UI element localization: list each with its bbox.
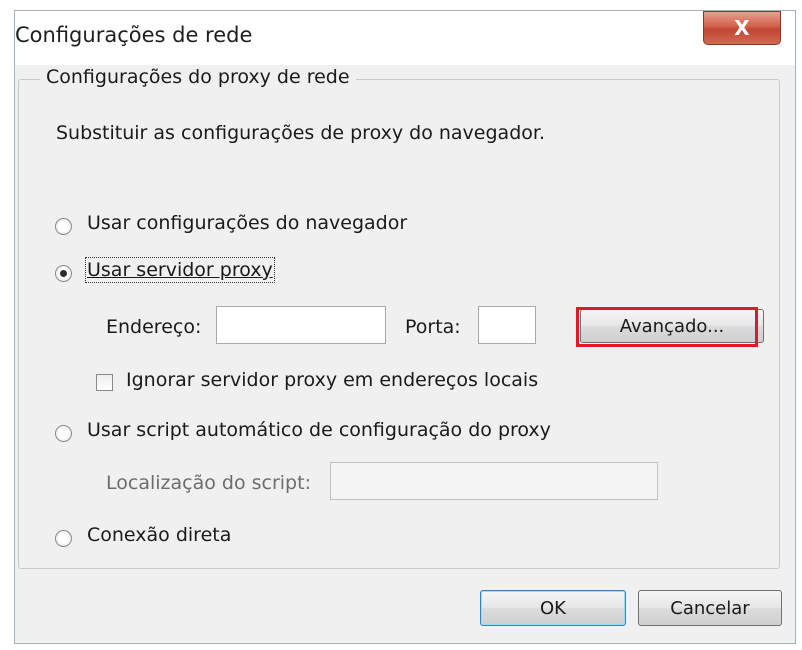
- address-input[interactable]: [217, 307, 385, 343]
- address-field[interactable]: [216, 306, 386, 344]
- radio-use-browser-settings[interactable]: [55, 218, 72, 235]
- ok-button-label: OK: [540, 597, 566, 619]
- highlight-annotation-box: [576, 307, 758, 347]
- screenshot-frame: Configurações de rede X Configurações do…: [0, 0, 802, 650]
- ok-button[interactable]: OK: [480, 590, 626, 626]
- group-description: Substituir as configurações de proxy do …: [56, 122, 545, 144]
- radio-direct-connection-label[interactable]: Conexão direta: [87, 524, 231, 546]
- close-icon: X: [734, 16, 750, 40]
- script-location-input[interactable]: [331, 463, 657, 499]
- script-location-field[interactable]: [330, 462, 658, 500]
- bypass-local-checkbox[interactable]: [96, 374, 113, 391]
- radio-auto-config-script[interactable]: [55, 425, 72, 442]
- radio-use-proxy-server-label[interactable]: Usar servidor proxy: [85, 257, 275, 283]
- radio-direct-connection[interactable]: [55, 530, 72, 547]
- radio-auto-config-script-label[interactable]: Usar script automático de configuração d…: [87, 419, 551, 441]
- cancel-button[interactable]: Cancelar: [638, 590, 782, 626]
- group-legend: Configurações do proxy de rede: [40, 66, 356, 88]
- port-input[interactable]: [479, 307, 535, 343]
- title-bar: Configurações de rede X: [15, 11, 795, 65]
- address-label: Endereço:: [106, 316, 202, 338]
- script-location-label: Localização do script:: [106, 472, 311, 494]
- close-button[interactable]: X: [703, 11, 781, 45]
- cancel-button-label: Cancelar: [670, 597, 750, 619]
- port-field[interactable]: [478, 306, 536, 344]
- bypass-local-label[interactable]: Ignorar servidor proxy em endereços loca…: [126, 369, 538, 391]
- radio-use-browser-settings-label[interactable]: Usar configurações do navegador: [87, 212, 407, 234]
- dialog-title: Configurações de rede: [15, 23, 253, 47]
- radio-use-proxy-server[interactable]: [55, 265, 72, 282]
- port-label: Porta:: [405, 316, 461, 338]
